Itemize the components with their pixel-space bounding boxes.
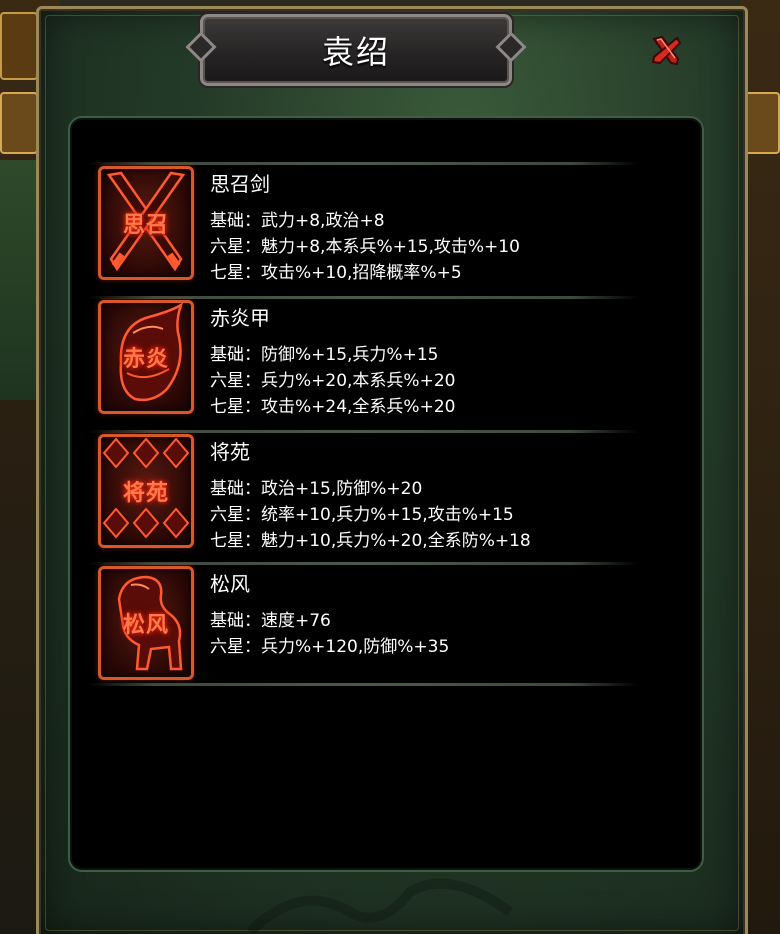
divider [88,430,638,433]
treasure-icon: 思召 [98,166,194,280]
stat-line: 七星：攻击%+10,招降概率%+5 [210,263,462,283]
game-screen: 袁绍 思召 思召剑 基础：武力+8,政治+8 六星：魅力+8,本系兵%+15,攻… [0,0,780,934]
background-tab [0,92,38,154]
title-banner: 袁绍 [185,14,527,86]
background-tab [0,12,38,80]
treasure-icon-text: 松风 [122,612,169,638]
treasure-icon: 将苑 [98,434,194,548]
close-x-icon [651,35,682,66]
treasure-item[interactable]: 松风 松风 基础：速度+76 六星：兵力%+120,防御%+35 [88,562,638,686]
stat-line: 基础：速度+76 [210,611,331,631]
stat-line: 六星：魅力+8,本系兵%+15,攻击%+10 [210,237,520,257]
treasure-name: 思召剑 [210,172,270,196]
divider [88,296,638,299]
stat-line: 七星：攻击%+24,全系兵%+20 [210,397,456,417]
dialog-title: 袁绍 [321,33,390,71]
divider [88,683,638,686]
close-button[interactable] [646,30,686,70]
treasure-icon-text: 思召 [122,212,169,238]
stat-line: 七星：魅力+10,兵力%+20,全系防%+18 [210,531,531,551]
treasure-icon: 松风 [98,566,194,680]
treasure-item[interactable]: 赤炎 赤炎甲 基础：防御%+15,兵力%+15 六星：兵力%+20,本系兵%+2… [88,296,638,417]
treasure-icon-text: 赤炎 [122,346,169,372]
stat-line: 六星：兵力%+120,防御%+35 [210,637,450,657]
stat-line: 基础：政治+15,防御%+20 [210,479,423,499]
stat-line: 基础：防御%+15,兵力%+15 [210,345,439,365]
stat-line: 基础：武力+8,政治+8 [210,211,385,231]
stat-line: 六星：兵力%+20,本系兵%+20 [210,371,456,391]
divider [88,162,638,165]
treasure-name: 松风 [210,572,250,596]
treasure-name: 将苑 [210,440,250,464]
treasure-name: 赤炎甲 [210,306,270,330]
stat-line: 六星：统率+10,兵力%+15,攻击%+15 [210,505,514,525]
treasure-item[interactable]: 将苑 将苑 基础：政治+15,防御%+20 六星：统率+10,兵力%+15,攻击… [88,430,638,551]
treasure-icon: 赤炎 [98,300,194,414]
treasure-icon-text: 将苑 [122,480,169,506]
treasure-item[interactable]: 思召 思召剑 基础：武力+8,政治+8 六星：魅力+8,本系兵%+15,攻击%+… [88,162,638,283]
background-art [246,878,513,934]
divider [88,562,638,565]
